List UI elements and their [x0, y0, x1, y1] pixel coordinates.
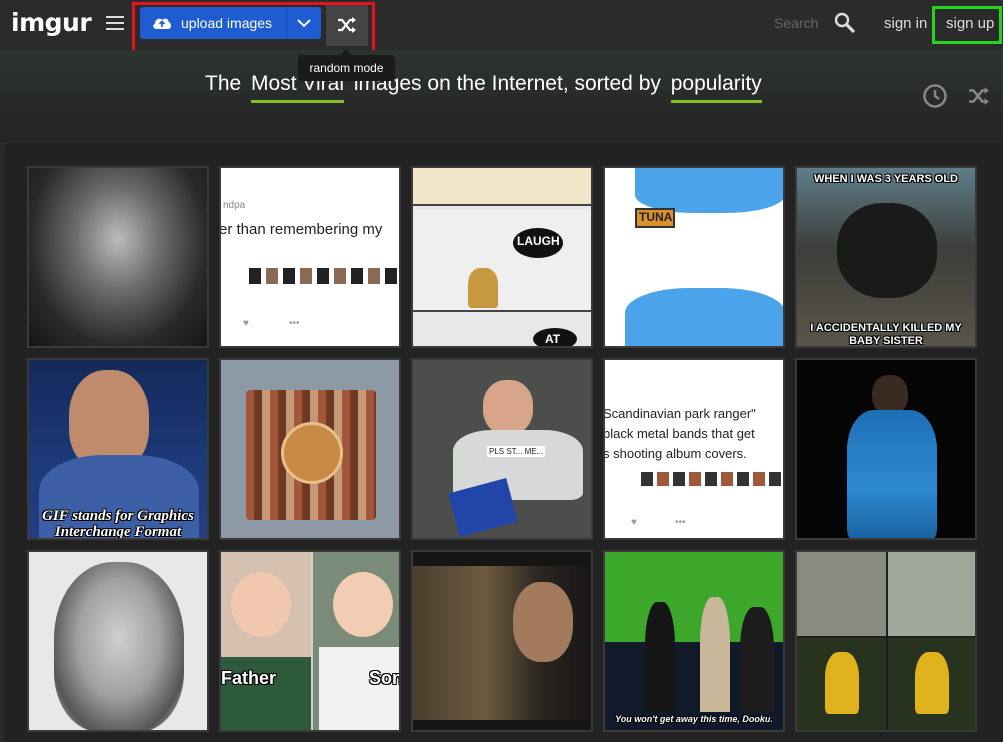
gallery-thumbnail[interactable]: GIF stands for Graphics Interchange Form… — [27, 358, 209, 540]
blue-dress — [847, 410, 937, 538]
gallery-thumbnail[interactable]: You won't get away this time, Dooku. — [603, 550, 785, 732]
highlight-box-green — [932, 6, 1002, 44]
gallery-tagline: The Most Viral images on the Internet, s… — [205, 72, 766, 103]
search-input[interactable]: Search — [774, 15, 818, 31]
comic-panel — [413, 168, 591, 206]
hamburger-icon[interactable] — [106, 16, 124, 32]
random-mode-tooltip: random mode — [298, 49, 395, 81]
gallery-thumbnail[interactable]: ndpa er than remembering my ♥ ••• — [219, 166, 401, 348]
cartoon-shark — [635, 168, 783, 213]
heart-icon: ♥ — [243, 318, 249, 329]
actor-figure — [740, 607, 774, 712]
person-face — [483, 380, 533, 435]
bear-image — [837, 203, 937, 298]
search-icon[interactable] — [834, 12, 856, 34]
post-text-line: Scandinavian park ranger" — [603, 406, 756, 421]
post-handle: ndpa — [223, 200, 246, 211]
gallery-thumbnail[interactable] — [27, 550, 209, 732]
gallery-thumbnail[interactable]: Scandinavian park ranger" black metal ba… — [603, 358, 785, 540]
gallery-thumbnail[interactable] — [27, 166, 209, 348]
tagline-prefix: The — [205, 72, 242, 95]
lego-figure — [825, 652, 859, 714]
gallery-thumbnail[interactable]: WHEN I WAS 3 YEARS OLD I ACCIDENTALLY KI… — [795, 166, 977, 348]
father-label: Father — [221, 668, 277, 688]
portrait-image — [29, 168, 207, 346]
post-text: er than remembering my — [219, 221, 383, 238]
person-face — [513, 582, 573, 662]
actor-figure — [645, 602, 675, 712]
comic-word: AT — [545, 332, 561, 346]
shuffle-icon[interactable] — [967, 86, 991, 106]
person-head — [872, 375, 908, 415]
sign-in-link[interactable]: sign in — [884, 15, 927, 32]
baby-face — [333, 572, 393, 637]
sort-selector[interactable]: popularity — [670, 72, 762, 103]
gif-caption-2: Interchange Format — [54, 524, 182, 540]
post-text-line: s shooting album covers. — [603, 446, 747, 461]
comic-panel — [797, 552, 886, 636]
gallery-thumbnail[interactable]: TUNA — [603, 166, 785, 348]
cartoon-shark — [625, 288, 783, 346]
baby-face — [231, 572, 291, 637]
imgur-logo[interactable]: imgur — [11, 8, 92, 37]
clock-icon[interactable] — [922, 83, 948, 109]
gallery-thumbnail[interactable]: PLS ST... ME... — [411, 358, 593, 540]
post-text-line: black metal bands that get — [603, 426, 755, 441]
top-navbar: imgur upload images Search sign in sign … — [0, 0, 1003, 53]
comic-panel — [888, 552, 975, 636]
more-icon: ••• — [289, 318, 300, 329]
gif-caption-1: GIF stands for Graphics — [42, 508, 194, 524]
gallery-thumbnail[interactable] — [795, 358, 977, 540]
meme-caption-bottom: I ACCIDENTALLY KILLED MY — [810, 322, 962, 334]
son-label: Son — [369, 668, 401, 688]
heart-icon: ♥ — [631, 517, 637, 528]
meme-caption-bottom-2: BABY SISTER — [849, 335, 923, 347]
comic-character — [468, 268, 498, 308]
highlight-box-red — [132, 2, 375, 53]
comic-panel — [413, 210, 591, 312]
gallery-thumbnail[interactable] — [411, 550, 593, 732]
lego-figure — [915, 652, 949, 714]
bread-loaf — [281, 422, 343, 484]
movie-subtitle: You won't get away this time, Dooku. — [615, 714, 773, 724]
meme-caption-top: WHEN I WAS 3 YEARS OLD — [813, 173, 959, 185]
gallery-thumbnail[interactable] — [795, 550, 977, 732]
gallery-thumbnail[interactable]: LAUGH AT — [411, 166, 593, 348]
avatar-strip — [249, 268, 399, 284]
gallery-thumbnail[interactable]: Father Son — [219, 550, 401, 732]
tagline-middle: images on the Internet, sorted by — [353, 72, 661, 95]
baby-clothes — [319, 647, 399, 730]
avatar-strip — [641, 472, 781, 486]
paper-sign: PLS ST... ME... — [487, 446, 546, 457]
more-icon: ••• — [675, 517, 686, 528]
actor-figure — [700, 597, 730, 712]
pencil-portrait — [54, 562, 184, 730]
comic-word: LAUGH — [517, 234, 560, 248]
gallery-thumbnail[interactable] — [219, 358, 401, 540]
tuna-label: TUNA — [639, 210, 673, 224]
